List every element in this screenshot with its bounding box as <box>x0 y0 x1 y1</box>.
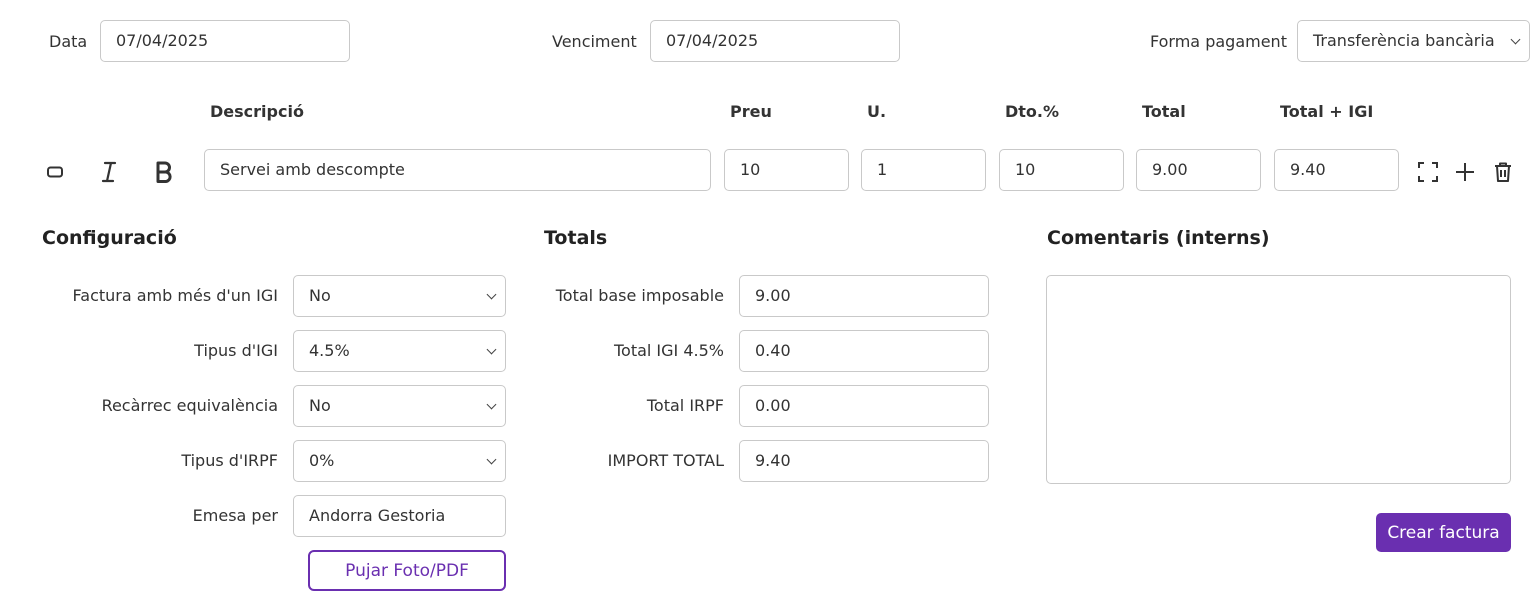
trash-icon[interactable] <box>1490 159 1516 185</box>
col-discount: Dto.% <box>1005 102 1060 121</box>
rectangle-icon[interactable] <box>42 160 68 184</box>
upload-photo-pdf-button[interactable]: Pujar Foto/PDF <box>308 550 506 591</box>
date-label: Data <box>49 32 88 51</box>
col-description: Descripció <box>210 102 304 121</box>
grand-total-label: IMPORT TOTAL <box>607 451 724 470</box>
igi-total-input[interactable]: 0.40 <box>739 330 989 372</box>
multi-igi-select[interactable]: No <box>293 275 506 317</box>
col-total-igi: Total + IGI <box>1280 102 1374 121</box>
irpf-type-value: 0% <box>309 451 335 470</box>
date-input[interactable]: 07/04/2025 <box>100 20 350 62</box>
comments-textarea[interactable] <box>1046 275 1511 484</box>
irpf-type-select[interactable]: 0% <box>293 440 506 482</box>
plus-icon[interactable] <box>1452 159 1478 185</box>
multi-igi-value: No <box>309 286 331 305</box>
issued-by-label: Emesa per <box>192 506 278 525</box>
payment-method-label: Forma pagament <box>1150 32 1287 51</box>
col-price: Preu <box>730 102 772 121</box>
base-total-input[interactable]: 9.00 <box>739 275 989 317</box>
due-date-label: Venciment <box>552 32 637 51</box>
line-description-input[interactable]: Servei amb descompte <box>204 149 711 191</box>
line-discount-input[interactable]: 10 <box>999 149 1124 191</box>
surcharge-value: No <box>309 396 331 415</box>
igi-type-value: 4.5% <box>309 341 350 360</box>
col-total: Total <box>1142 102 1186 121</box>
payment-method-select[interactable]: Transferència bancària <box>1297 20 1530 62</box>
line-units-input[interactable]: 1 <box>861 149 986 191</box>
expand-icon[interactable] <box>1415 159 1441 185</box>
igi-type-label: Tipus d'IGI <box>194 341 278 360</box>
line-total-igi-input[interactable]: 9.40 <box>1274 149 1399 191</box>
configuration-title: Configuració <box>42 227 177 249</box>
irpf-total-input[interactable]: 0.00 <box>739 385 989 427</box>
payment-method-value: Transferència bancària <box>1313 31 1495 50</box>
create-invoice-button[interactable]: Crear factura <box>1376 513 1511 552</box>
irpf-type-label: Tipus d'IRPF <box>181 451 278 470</box>
comments-title: Comentaris (interns) <box>1047 227 1270 249</box>
issued-by-input[interactable]: Andorra Gestoria <box>293 495 506 537</box>
surcharge-select[interactable]: No <box>293 385 506 427</box>
base-total-label: Total base imposable <box>555 286 724 305</box>
italic-icon[interactable] <box>96 158 122 186</box>
surcharge-label: Recàrrec equivalència <box>101 396 278 415</box>
igi-type-select[interactable]: 4.5% <box>293 330 506 372</box>
irpf-total-label: Total IRPF <box>646 396 724 415</box>
igi-total-label: Total IGI 4.5% <box>613 341 724 360</box>
bold-icon[interactable] <box>150 158 178 186</box>
line-total-input[interactable]: 9.00 <box>1136 149 1261 191</box>
line-price-input[interactable]: 10 <box>724 149 849 191</box>
grand-total-input[interactable]: 9.40 <box>739 440 989 482</box>
totals-title: Totals <box>544 227 608 249</box>
due-date-input[interactable]: 07/04/2025 <box>650 20 900 62</box>
col-units: U. <box>867 102 887 121</box>
multi-igi-label: Factura amb més d'un IGI <box>72 286 278 305</box>
